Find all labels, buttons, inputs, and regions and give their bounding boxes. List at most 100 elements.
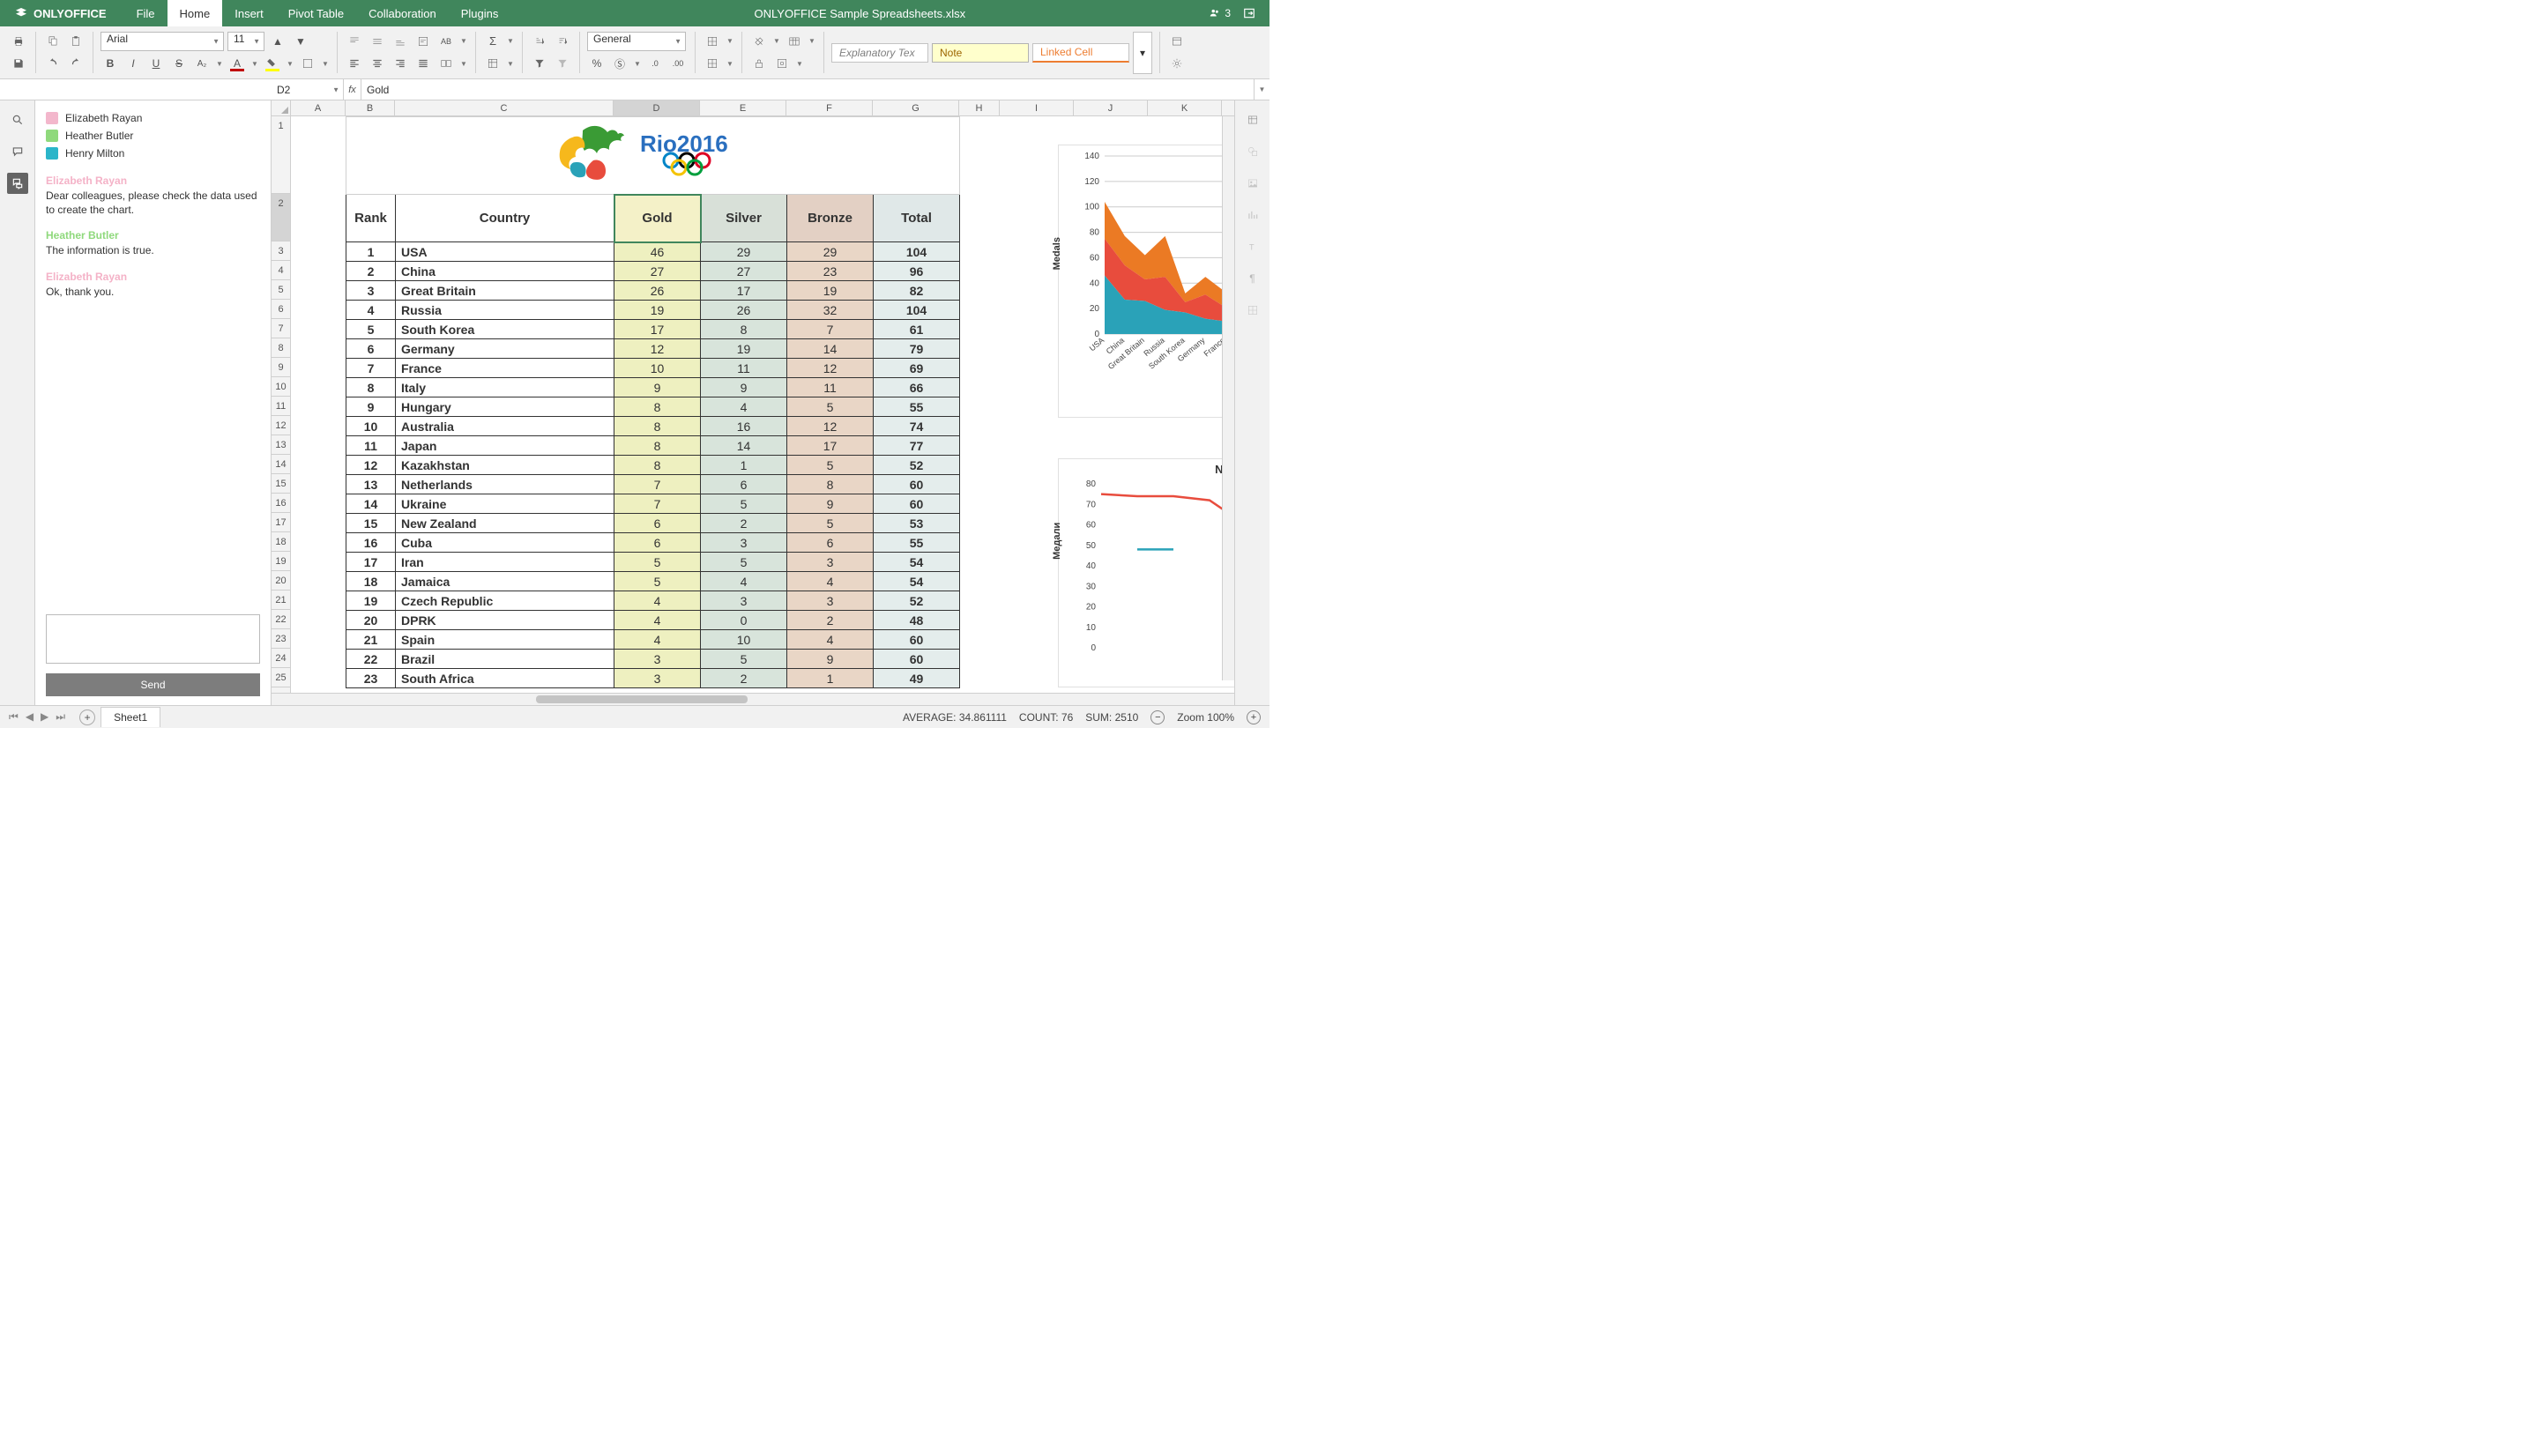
cell-rank[interactable]: 22 <box>346 650 396 669</box>
column-header[interactable]: E <box>700 100 786 115</box>
cell-total[interactable]: 104 <box>874 242 960 262</box>
cell-total[interactable]: 104 <box>874 301 960 320</box>
insert-cells-button[interactable] <box>703 32 722 51</box>
cell-bronze[interactable]: 7 <box>787 320 874 339</box>
th-gold[interactable]: Gold <box>614 195 701 242</box>
row-header[interactable]: 7 <box>272 319 290 338</box>
cell-silver[interactable]: 6 <box>701 475 787 494</box>
comments-button[interactable] <box>7 141 28 162</box>
tab-pivot-table[interactable]: Pivot Table <box>276 0 356 26</box>
cell-rank[interactable]: 17 <box>346 553 396 572</box>
increase-font-button[interactable]: ▲ <box>268 32 287 51</box>
row-header[interactable]: 18 <box>272 532 290 552</box>
cell-rank[interactable]: 4 <box>346 301 396 320</box>
column-header[interactable]: C <box>395 100 614 115</box>
table-row[interactable]: 21Spain410460 <box>346 630 960 650</box>
cell-gold[interactable]: 12 <box>614 339 701 359</box>
cell-total[interactable]: 82 <box>874 281 960 301</box>
chart-settings-button[interactable] <box>1242 204 1263 226</box>
zoom-level[interactable]: Zoom 100% <box>1177 711 1234 724</box>
filter-button[interactable] <box>530 54 549 73</box>
cell-settings-panel-button[interactable] <box>1242 109 1263 130</box>
cell-gold[interactable]: 46 <box>614 242 701 262</box>
advanced-settings-button[interactable] <box>1167 54 1187 73</box>
cell-total[interactable]: 52 <box>874 456 960 475</box>
th-total[interactable]: Total <box>874 195 960 242</box>
vertical-scrollbar[interactable] <box>1222 116 1234 680</box>
cells[interactable]: Rio2016 RankCountryGoldSilverBronzeTotal… <box>291 116 1234 693</box>
cell-silver[interactable]: 4 <box>701 397 787 417</box>
cell-silver[interactable]: 5 <box>701 650 787 669</box>
comment-textarea[interactable] <box>46 614 260 664</box>
cell-total[interactable]: 53 <box>874 514 960 533</box>
horizontal-scrollbar[interactable] <box>272 693 1234 705</box>
row-header[interactable]: 13 <box>272 435 290 455</box>
cell-bronze[interactable]: 2 <box>787 611 874 630</box>
cell-gold[interactable]: 3 <box>614 650 701 669</box>
delete-cells-button[interactable] <box>703 54 722 73</box>
table-row[interactable]: 23South Africa32149 <box>346 669 960 688</box>
percent-button[interactable]: % <box>587 54 607 73</box>
cell-country[interactable]: Hungary <box>396 397 614 417</box>
cell-gold[interactable]: 4 <box>614 611 701 630</box>
cell-country[interactable]: Czech Republic <box>396 591 614 611</box>
tab-collaboration[interactable]: Collaboration <box>356 0 449 26</box>
table-row[interactable]: 13Netherlands76860 <box>346 475 960 494</box>
cell-rank[interactable]: 5 <box>346 320 396 339</box>
cell-bronze[interactable]: 5 <box>787 456 874 475</box>
column-header[interactable]: J <box>1074 100 1148 115</box>
fill-color-button[interactable] <box>263 54 282 73</box>
cell-style-explanatory[interactable]: Explanatory Tex <box>831 43 928 63</box>
row-header[interactable]: 3 <box>272 241 290 261</box>
cell-gold[interactable]: 6 <box>614 514 701 533</box>
clear-filter-button[interactable] <box>553 54 572 73</box>
cell-silver[interactable]: 2 <box>701 669 787 688</box>
row-header[interactable]: 19 <box>272 552 290 571</box>
th-rank[interactable]: Rank <box>346 195 396 242</box>
first-sheet-button[interactable]: ⏮ <box>7 710 20 724</box>
cell-bronze[interactable]: 8 <box>787 475 874 494</box>
clear-button[interactable] <box>749 32 769 51</box>
cell-silver[interactable]: 4 <box>701 572 787 591</box>
align-right-button[interactable] <box>391 54 410 73</box>
table-row[interactable]: 4Russia192632104 <box>346 301 960 320</box>
row-header[interactable]: 23 <box>272 629 290 649</box>
cell-silver[interactable]: 8 <box>701 320 787 339</box>
table-row[interactable]: 15New Zealand62553 <box>346 514 960 533</box>
row-header[interactable]: 6 <box>272 300 290 319</box>
bold-button[interactable]: B <box>101 54 120 73</box>
table-row[interactable]: 9Hungary84555 <box>346 397 960 417</box>
table-row[interactable]: 5South Korea178761 <box>346 320 960 339</box>
cell-silver[interactable]: 1 <box>701 456 787 475</box>
align-justify-button[interactable] <box>413 54 433 73</box>
row-header[interactable]: 2 <box>272 194 290 241</box>
cell-bronze[interactable]: 4 <box>787 630 874 650</box>
cell-bronze[interactable]: 14 <box>787 339 874 359</box>
cell-rank[interactable]: 9 <box>346 397 396 417</box>
cell-bronze[interactable]: 17 <box>787 436 874 456</box>
chart-numb-line[interactable]: Numb Медали 80706050403020100 <box>1058 458 1234 687</box>
cell-bronze[interactable]: 6 <box>787 533 874 553</box>
cell-total[interactable]: 60 <box>874 494 960 514</box>
cell-rank[interactable]: 21 <box>346 630 396 650</box>
cell-gold[interactable]: 26 <box>614 281 701 301</box>
row-header[interactable]: 21 <box>272 591 290 610</box>
cell-country[interactable]: Ukraine <box>396 494 614 514</box>
table-row[interactable]: 8Italy991166 <box>346 378 960 397</box>
next-sheet-button[interactable]: ▶ <box>39 710 50 724</box>
wrap-text-button[interactable] <box>413 32 433 51</box>
cell-gold[interactable]: 8 <box>614 417 701 436</box>
row-header[interactable]: 22 <box>272 610 290 629</box>
cell-total[interactable]: 49 <box>874 669 960 688</box>
cell-gold[interactable]: 7 <box>614 494 701 514</box>
row-header[interactable]: 5 <box>272 280 290 300</box>
cell-total[interactable]: 54 <box>874 572 960 591</box>
cell-total[interactable]: 61 <box>874 320 960 339</box>
cell-total[interactable]: 96 <box>874 262 960 281</box>
cell-silver[interactable]: 5 <box>701 494 787 514</box>
row-header[interactable]: 14 <box>272 455 290 474</box>
column-header[interactable]: H <box>959 100 1000 115</box>
cell-gold[interactable]: 19 <box>614 301 701 320</box>
chat-button[interactable] <box>7 173 28 194</box>
cell-rank[interactable]: 16 <box>346 533 396 553</box>
